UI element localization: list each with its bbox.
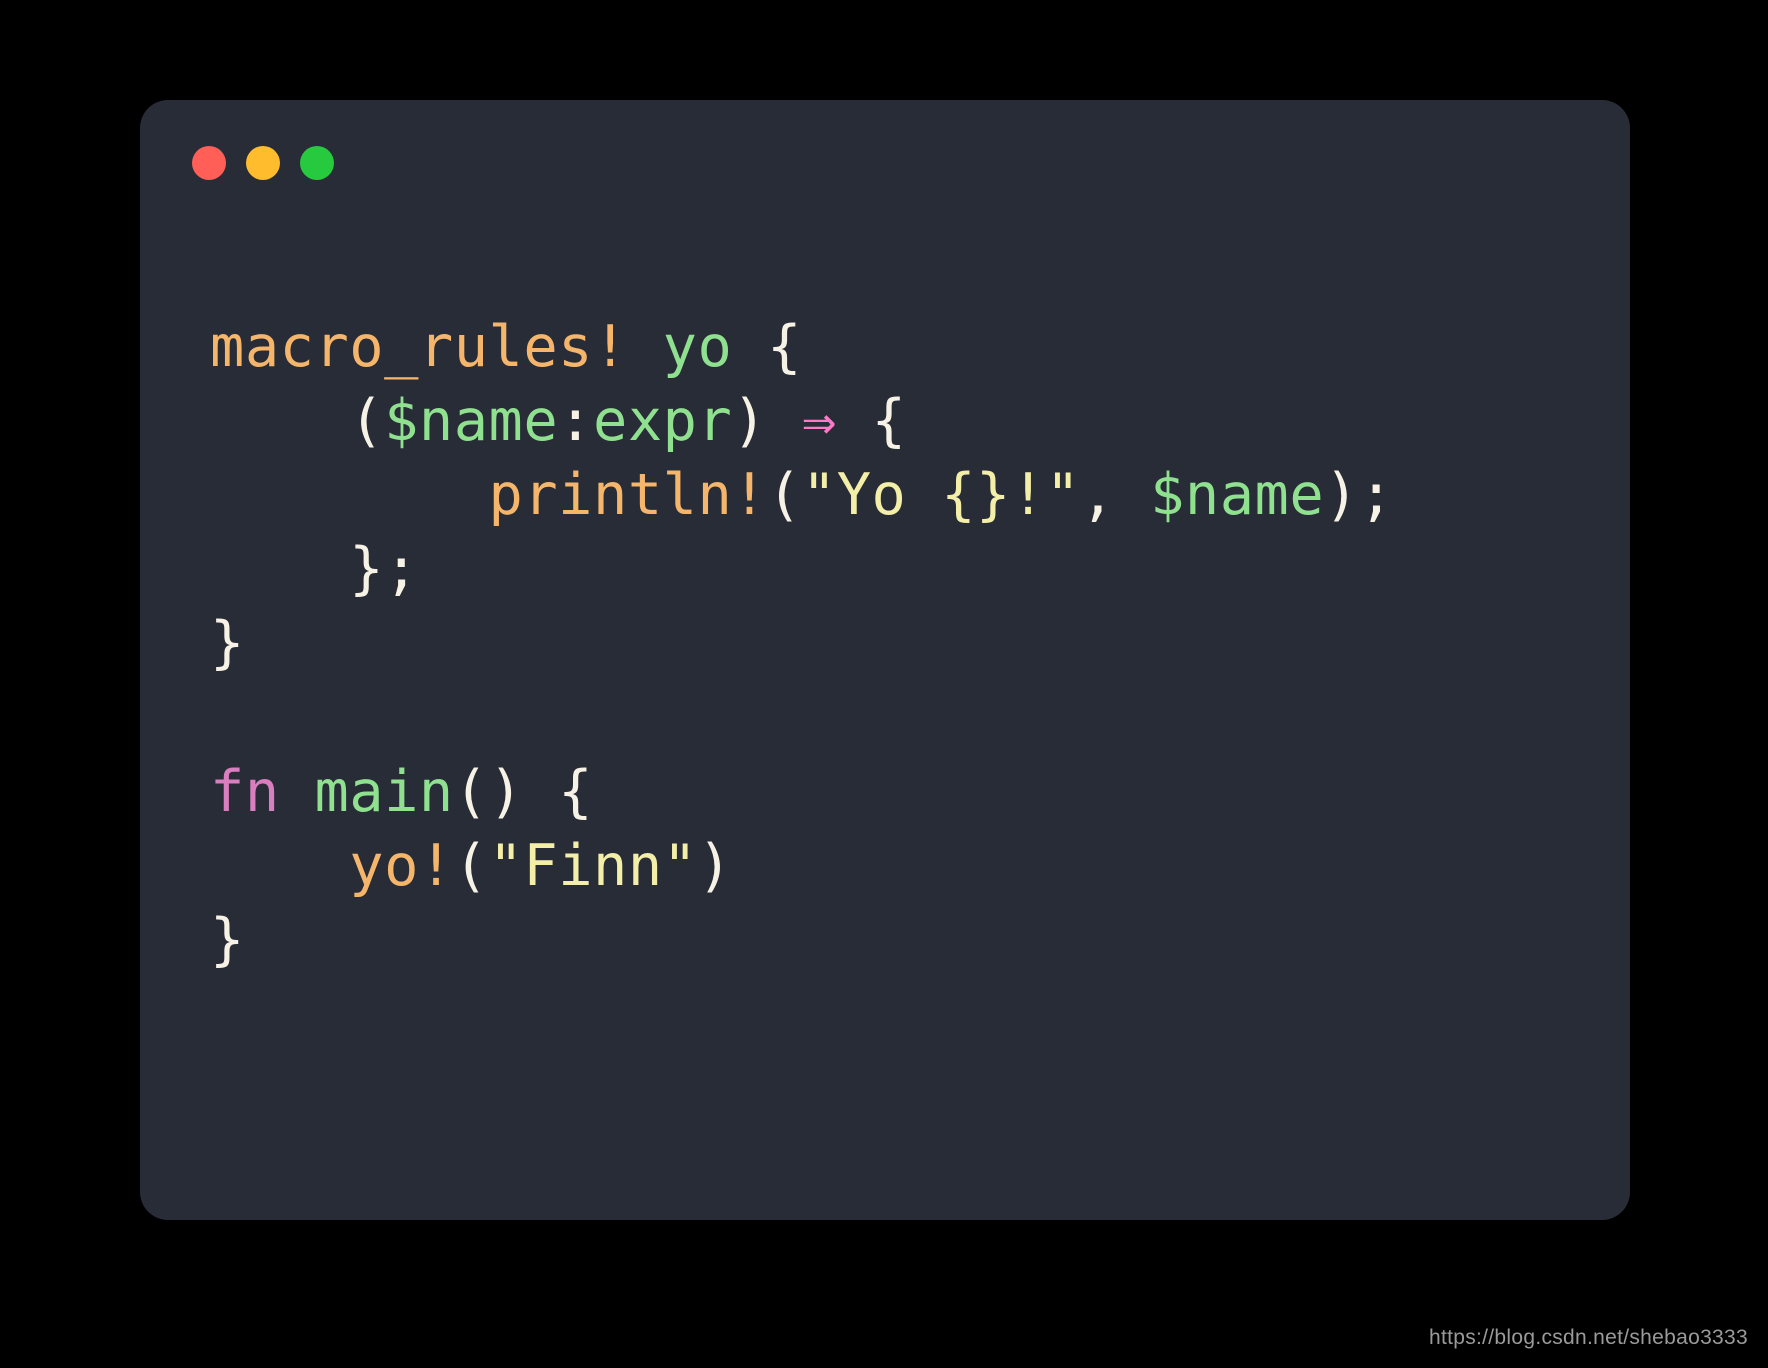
code-token: "Finn" (489, 833, 698, 899)
code-token: ) (697, 833, 732, 899)
code-token: { (732, 314, 802, 380)
code-token: ); (1324, 462, 1394, 528)
code-token: : (558, 388, 593, 454)
code-token (210, 462, 489, 528)
code-token: $name (384, 388, 558, 454)
code-token (628, 314, 663, 380)
code-token: yo (663, 314, 733, 380)
minimize-icon[interactable] (246, 146, 280, 180)
code-token (210, 833, 349, 899)
code-token: main (314, 759, 453, 825)
code-snippet: macro_rules! yo { ($name:expr) ⇒ { print… (210, 310, 1394, 977)
code-token: ( (767, 462, 802, 528)
code-token: , (1080, 462, 1150, 528)
zoom-icon[interactable] (300, 146, 334, 180)
code-token: () { (454, 759, 593, 825)
code-window: macro_rules! yo { ($name:expr) ⇒ { print… (140, 100, 1630, 1220)
code-token: println! (489, 462, 768, 528)
watermark-text: https://blog.csdn.net/shebao3333 (1429, 1326, 1748, 1350)
code-token: fn (210, 759, 280, 825)
code-token: macro_rules! (210, 314, 628, 380)
traffic-lights (192, 146, 334, 180)
code-token: $name (1150, 462, 1324, 528)
code-token: }; (210, 536, 419, 602)
code-token (280, 759, 315, 825)
code-token: { (837, 388, 907, 454)
code-token: ( (210, 388, 384, 454)
code-token: ) (732, 388, 802, 454)
code-token: } (210, 610, 245, 676)
close-icon[interactable] (192, 146, 226, 180)
code-token: "Yo {}!" (802, 462, 1081, 528)
code-token: expr (593, 388, 732, 454)
code-token: ⇒ (802, 388, 837, 454)
code-token: } (210, 907, 245, 973)
code-token: ( (454, 833, 489, 899)
code-token: yo! (349, 833, 453, 899)
